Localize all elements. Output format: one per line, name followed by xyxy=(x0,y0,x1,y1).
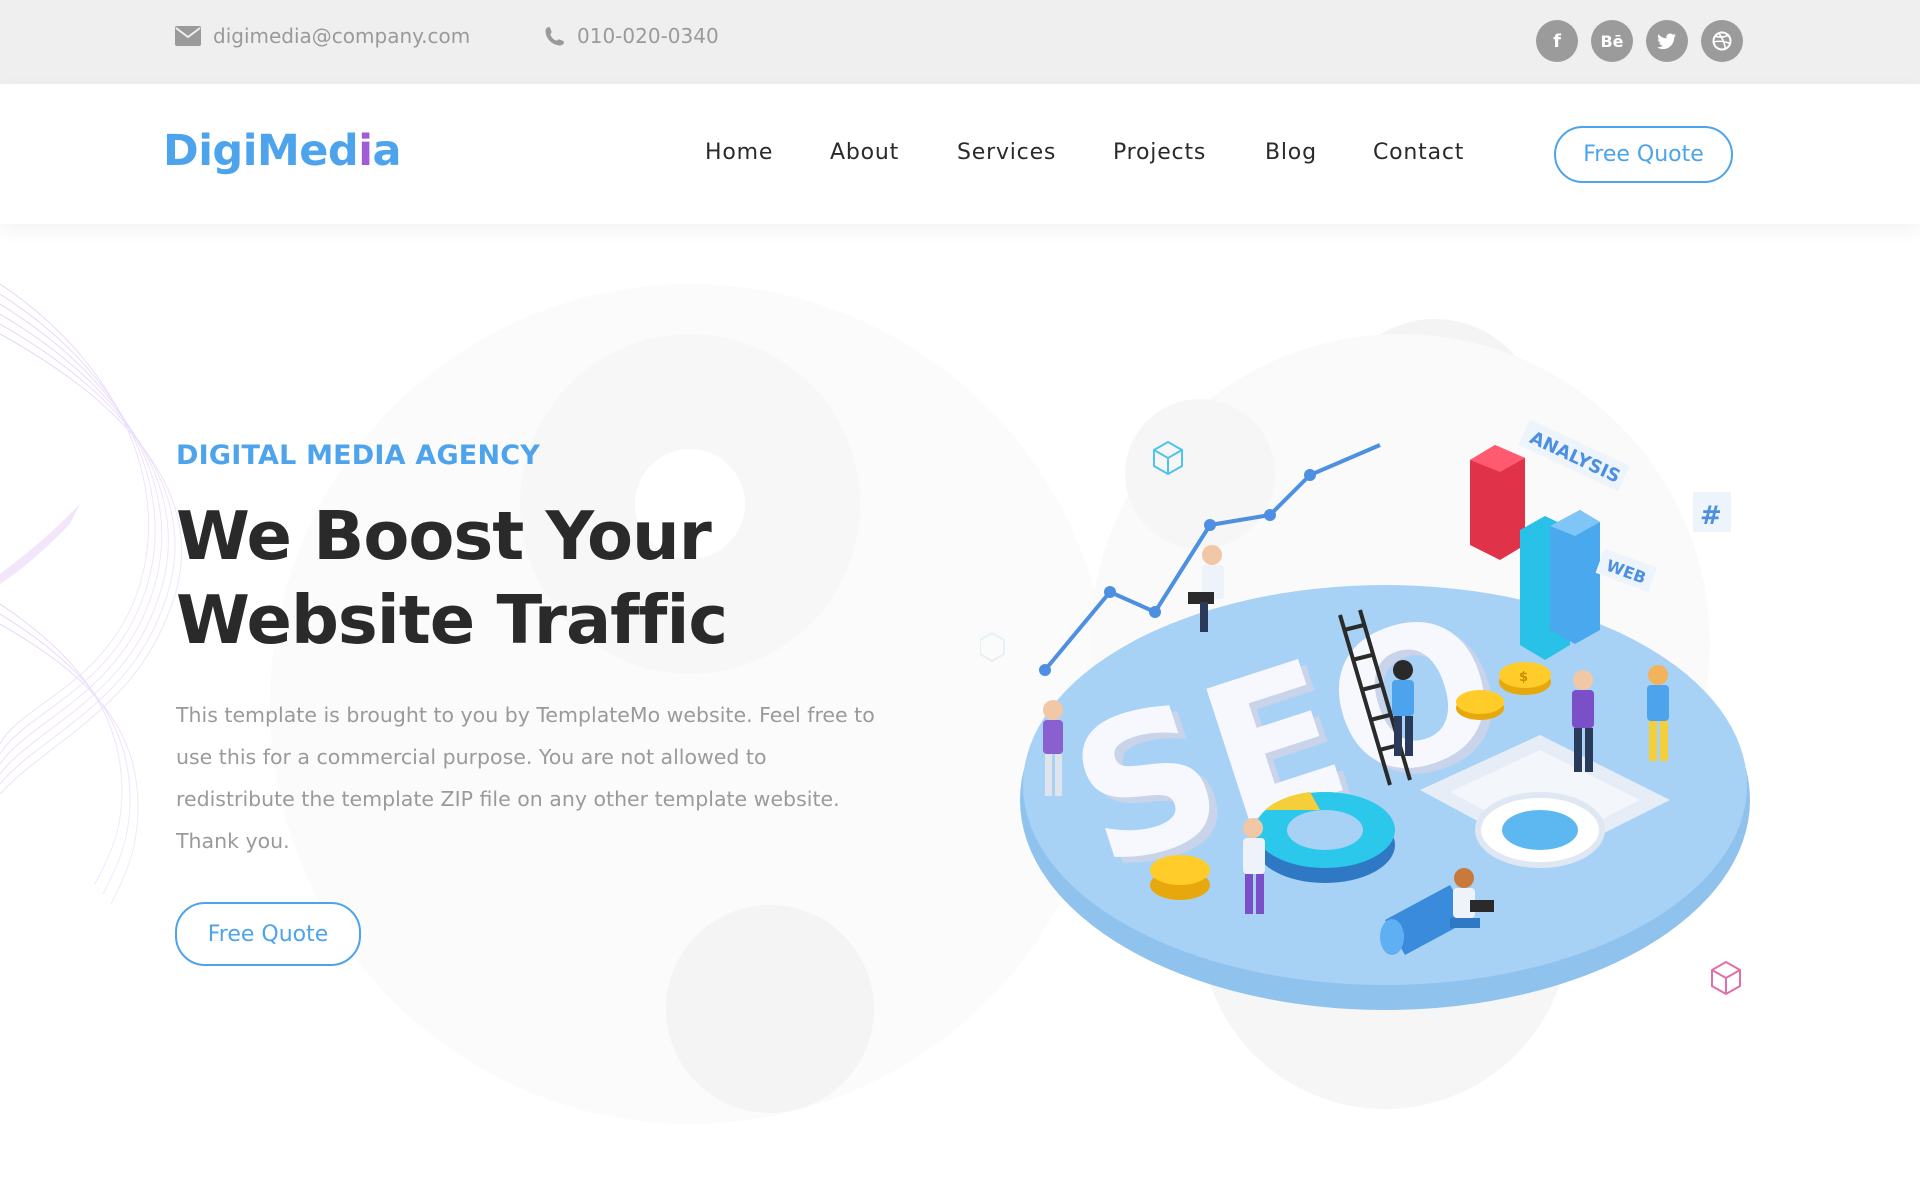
envelope-icon xyxy=(175,26,201,46)
cube-icon xyxy=(1153,440,1183,476)
hero-headline: We Boost Your Website Traffic xyxy=(176,494,936,662)
logo-accent: i xyxy=(358,126,373,176)
nav-projects[interactable]: Projects xyxy=(1113,140,1206,165)
hero-description: This template is brought to you by Templ… xyxy=(176,703,875,853)
donut-chart-graphic xyxy=(1255,792,1395,883)
analysis-label: ANALYSIS xyxy=(1518,419,1630,492)
behance-icon: Bē xyxy=(1600,31,1624,51)
cube-icon xyxy=(980,631,1005,663)
wave-lines xyxy=(0,283,183,905)
nav-about[interactable]: About xyxy=(830,140,899,165)
nav-blog[interactable]: Blog xyxy=(1265,140,1317,165)
twitter-link[interactable] xyxy=(1646,20,1688,62)
coin-text: $ xyxy=(1519,670,1528,685)
seo-illustration: SEO SEO ANALYSIS WEB # $ xyxy=(980,419,1750,1010)
top-bar: digimedia@company.com 010-020-0340 f Bē xyxy=(0,0,1920,84)
email-text: digimedia@company.com xyxy=(213,24,471,48)
hero-subtitle: DIGITAL MEDIA AGENCY xyxy=(176,440,541,471)
nav-services[interactable]: Services xyxy=(957,140,1056,165)
site-logo[interactable]: DigiMedia xyxy=(163,126,401,176)
cube-icon xyxy=(1711,960,1741,996)
bg-circle-bottom xyxy=(666,905,874,1113)
web-label: WEB xyxy=(1595,548,1658,592)
header-free-quote-button[interactable]: Free Quote xyxy=(1554,126,1733,183)
facebook-link[interactable]: f xyxy=(1536,20,1578,62)
hash-text: # xyxy=(1700,501,1722,531)
behance-link[interactable]: Bē xyxy=(1591,20,1633,62)
logo-text: DigiMed xyxy=(163,126,359,176)
page: digimedia@company.com 010-020-0340 f Bē xyxy=(0,0,1920,1178)
phone-icon xyxy=(545,27,564,46)
dribbble-link[interactable] xyxy=(1701,20,1743,62)
logo-text-end: a xyxy=(372,126,401,176)
email-contact[interactable]: digimedia@company.com xyxy=(175,24,470,48)
headline-line-2: Website Traffic xyxy=(176,581,728,659)
hero-free-quote-button[interactable]: Free Quote xyxy=(175,902,361,966)
main-header: DigiMedia Home About Services Projects B… xyxy=(0,84,1920,224)
facebook-icon: f xyxy=(1553,30,1561,52)
twitter-icon xyxy=(1657,33,1677,49)
dribbble-icon xyxy=(1712,31,1732,51)
phone-text: 010-020-0340 xyxy=(577,24,719,48)
headline-line-1: We Boost Your xyxy=(176,497,712,575)
nav-contact[interactable]: Contact xyxy=(1373,140,1464,165)
hash-label: # xyxy=(1693,492,1731,532)
phone-contact[interactable]: 010-020-0340 xyxy=(545,24,719,48)
nav-home[interactable]: Home xyxy=(705,140,773,165)
